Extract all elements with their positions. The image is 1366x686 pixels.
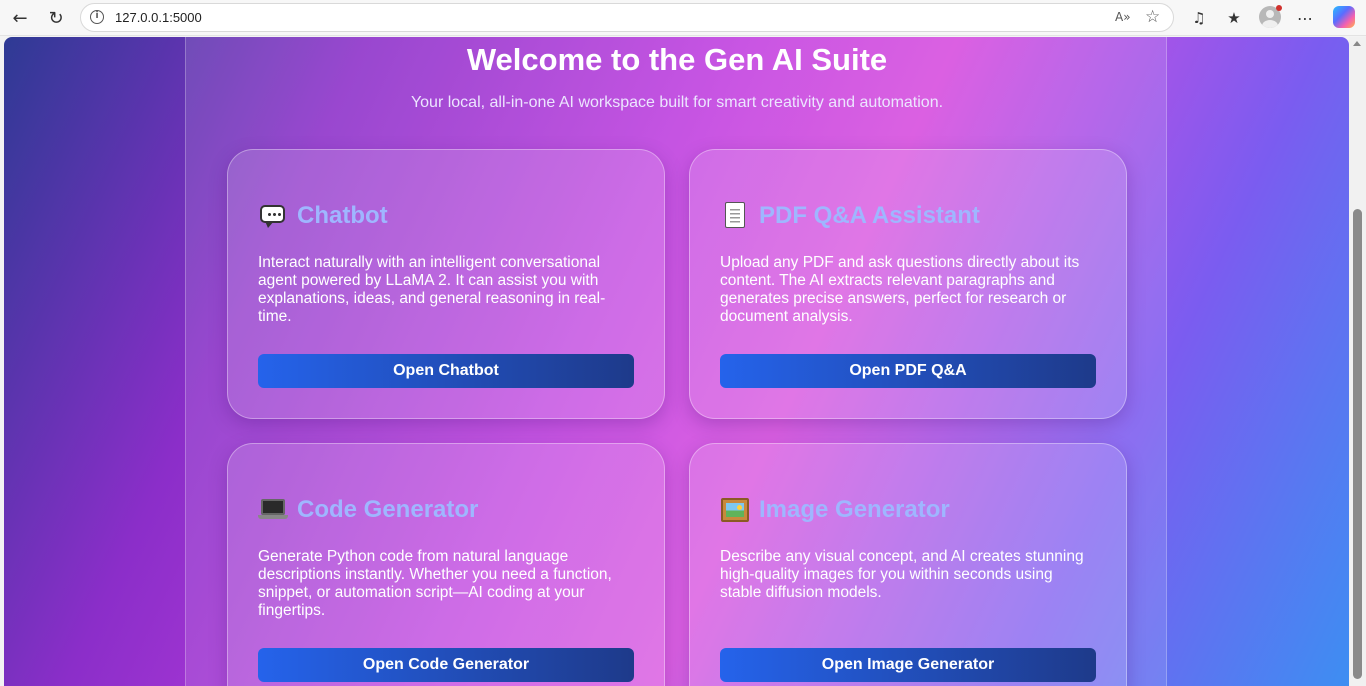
card-title: Code Generator [297, 496, 479, 523]
card-title: Chatbot [297, 202, 388, 229]
card-description: Interact naturally with an intelligent c… [258, 254, 606, 325]
card-description: Upload any PDF and ask questions directl… [720, 254, 1080, 325]
framed-picture-icon [720, 496, 750, 524]
open-code-generator-button[interactable]: Open Code Generator [258, 648, 634, 682]
code-generator-card: Code Generator Generate Python code from… [227, 443, 665, 686]
notification-dot [1276, 5, 1282, 11]
read-aloud-icon[interactable]: A» [1115, 10, 1131, 24]
card-description: Generate Python code from natural langua… [258, 548, 612, 619]
copilot-icon[interactable] [1333, 6, 1355, 28]
scrollbar-thumb[interactable] [1353, 209, 1362, 679]
page-title: Welcome to the Gen AI Suite [466, 42, 888, 77]
page-viewport: Welcome to the Gen AI Suite Your local, … [4, 37, 1349, 686]
refresh-icon[interactable]: ↻ [42, 5, 70, 31]
more-menu-icon[interactable]: ⋯ [1293, 6, 1317, 30]
speech-bubble-icon [258, 202, 288, 230]
chatbot-card: Chatbot Interact naturally with an intel… [227, 149, 665, 419]
page-subtitle: Your local, all-in-one AI workspace buil… [410, 94, 944, 111]
favorites-list-icon[interactable]: ★ [1222, 6, 1246, 30]
pdf-qa-card: PDF Q&A Assistant Upload any PDF and ask… [689, 149, 1127, 419]
favorite-star-icon[interactable]: ☆ [1145, 7, 1160, 27]
main-panel: Welcome to the Gen AI Suite Your local, … [185, 37, 1167, 686]
document-icon [720, 202, 750, 230]
card-description: Describe any visual concept, and AI crea… [720, 548, 1084, 601]
address-bar[interactable]: i 127.0.0.1:5000 A» ☆ [80, 3, 1174, 32]
open-pdf-qa-button[interactable]: Open PDF Q&A [720, 354, 1096, 388]
open-chatbot-button[interactable]: Open Chatbot [258, 354, 634, 388]
card-title: PDF Q&A Assistant [759, 202, 980, 229]
url-text[interactable]: 127.0.0.1:5000 [115, 10, 202, 25]
browser-essentials-icon[interactable]: ♫ [1187, 6, 1211, 30]
page-scrollbar[interactable] [1349, 37, 1366, 686]
laptop-icon [258, 496, 288, 524]
browser-toolbar: ← ↻ i 127.0.0.1:5000 A» ☆ ♫ ★ ⋯ [0, 0, 1366, 36]
open-image-generator-button[interactable]: Open Image Generator [720, 648, 1096, 682]
site-info-icon[interactable]: i [90, 10, 104, 24]
scroll-up-arrow-icon[interactable] [1353, 41, 1361, 46]
card-title: Image Generator [759, 496, 950, 523]
back-arrow-icon[interactable]: ← [6, 5, 34, 31]
image-generator-card: Image Generator Describe any visual conc… [689, 443, 1127, 686]
